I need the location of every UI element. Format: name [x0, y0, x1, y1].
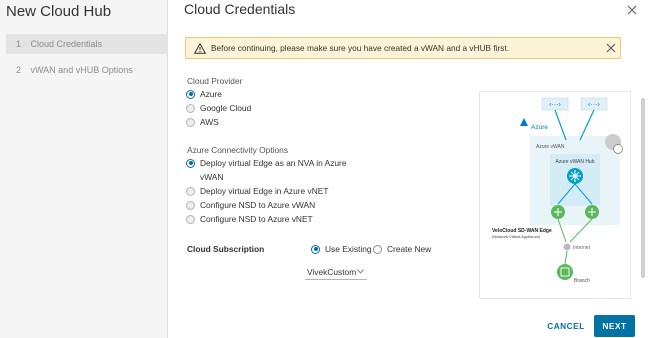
- scrollbar-thumb[interactable]: [641, 98, 645, 278]
- radio-button[interactable]: [186, 103, 195, 113]
- connectivity-option-vnet[interactable]: Deploy virtual Edge in Azure vNET: [186, 185, 328, 197]
- cloud-subscription-label: Cloud Subscription: [187, 244, 265, 254]
- next-button[interactable]: NEXT: [594, 315, 635, 337]
- option-label: Use Existing: [325, 244, 372, 254]
- provider-option-google-cloud[interactable]: Google Cloud: [186, 102, 251, 114]
- alert-message: Before continuing, please make sure you …: [211, 43, 510, 53]
- internet-to-branch-line: [564, 250, 568, 265]
- provider-option-azure[interactable]: Azure: [186, 88, 222, 100]
- connectivity-option-nva-vwan[interactable]: Deploy virtual Edge as an NVA in Azure: [186, 157, 347, 169]
- step-label: Cloud Credentials: [30, 39, 103, 49]
- diagram-svg: ‹···› ‹···› Azure Azure vWAN Azure vWAN …: [492, 97, 623, 284]
- option-label-continuation: vWAN: [200, 172, 224, 182]
- step-number: 1: [16, 39, 22, 49]
- option-label: Deploy virtual Edge as an NVA in Azure: [200, 158, 347, 168]
- radio-button[interactable]: [373, 244, 382, 254]
- subscription-select[interactable]: VivekCustom: [305, 265, 367, 280]
- wizard-title: New Cloud Hub: [6, 3, 112, 20]
- step-cloud-credentials[interactable]: 1 Cloud Credentials: [6, 34, 167, 54]
- branch-label: Branch: [574, 278, 590, 284]
- step-number: 2: [16, 65, 22, 75]
- branch-icon: [557, 264, 573, 280]
- internet-cloud-icon: [563, 243, 571, 251]
- vwan-hub-label: Azure vWAN Hub: [556, 159, 595, 165]
- step-vwan-vhub-options[interactable]: 2 vWAN and vHUB Options: [6, 60, 167, 80]
- subscription-use-existing[interactable]: Use Existing: [311, 243, 372, 255]
- option-label: Configure NSD to Azure vNET: [200, 214, 313, 224]
- option-label: Create New: [387, 244, 432, 254]
- option-label: Configure NSD to Azure vWAN: [200, 200, 316, 210]
- radio-button[interactable]: [186, 200, 195, 210]
- person-icon: [613, 144, 623, 154]
- connectivity-option-nsd-vwan[interactable]: Configure NSD to Azure vWAN: [186, 199, 315, 211]
- radio-button[interactable]: [186, 186, 195, 196]
- alert-close-icon[interactable]: [606, 43, 616, 53]
- radio-button[interactable]: [186, 158, 195, 168]
- network-node-right-symbol: ‹···›: [588, 102, 600, 109]
- option-label: AWS: [200, 117, 219, 127]
- network-node-left-symbol: ‹···›: [549, 102, 561, 109]
- azure-label: Azure: [531, 124, 548, 131]
- warning-icon: [194, 43, 206, 54]
- edge-subtitle: (Network Virtual Appliance): [492, 234, 541, 239]
- option-label: Azure: [200, 89, 222, 99]
- radio-button[interactable]: [311, 244, 320, 254]
- warning-alert: Before continuing, please make sure you …: [185, 37, 621, 59]
- internet-label: Internet: [573, 245, 591, 251]
- subscription-create-new[interactable]: Create New: [373, 243, 431, 255]
- scrollbar[interactable]: [641, 20, 645, 300]
- radio-button[interactable]: [186, 89, 195, 99]
- cancel-button[interactable]: CANCEL: [542, 317, 590, 335]
- uplink-lines: [554, 109, 595, 141]
- cloud-provider-label: Cloud Provider: [187, 76, 243, 86]
- new-cloud-hub-wizard: New Cloud Hub 1 Cloud Credentials 2 vWAN…: [0, 0, 648, 338]
- step-label: vWAN and vHUB Options: [30, 65, 133, 75]
- connectivity-options-label: Azure Connectivity Options: [187, 145, 289, 155]
- connectivity-option-nsd-vnet[interactable]: Configure NSD to Azure vNET: [186, 213, 313, 225]
- architecture-diagram: ‹···› ‹···› Azure Azure vWAN Azure vWAN …: [479, 91, 631, 299]
- azure-logo-icon: [520, 118, 528, 126]
- wizard-sidebar: New Cloud Hub 1 Cloud Credentials 2 vWAN…: [0, 0, 168, 338]
- chevron-down-icon: [357, 269, 364, 274]
- radio-button[interactable]: [186, 214, 195, 224]
- page-title: Cloud Credentials: [184, 1, 296, 17]
- vwan-label: Azure vWAN: [536, 144, 565, 150]
- provider-option-aws[interactable]: AWS: [186, 116, 219, 128]
- option-label: Deploy virtual Edge in Azure vNET: [200, 186, 329, 196]
- subscription-select-value: VivekCustom: [307, 267, 357, 277]
- option-label: Google Cloud: [200, 103, 252, 113]
- radio-button[interactable]: [186, 117, 195, 127]
- close-icon[interactable]: [626, 4, 638, 16]
